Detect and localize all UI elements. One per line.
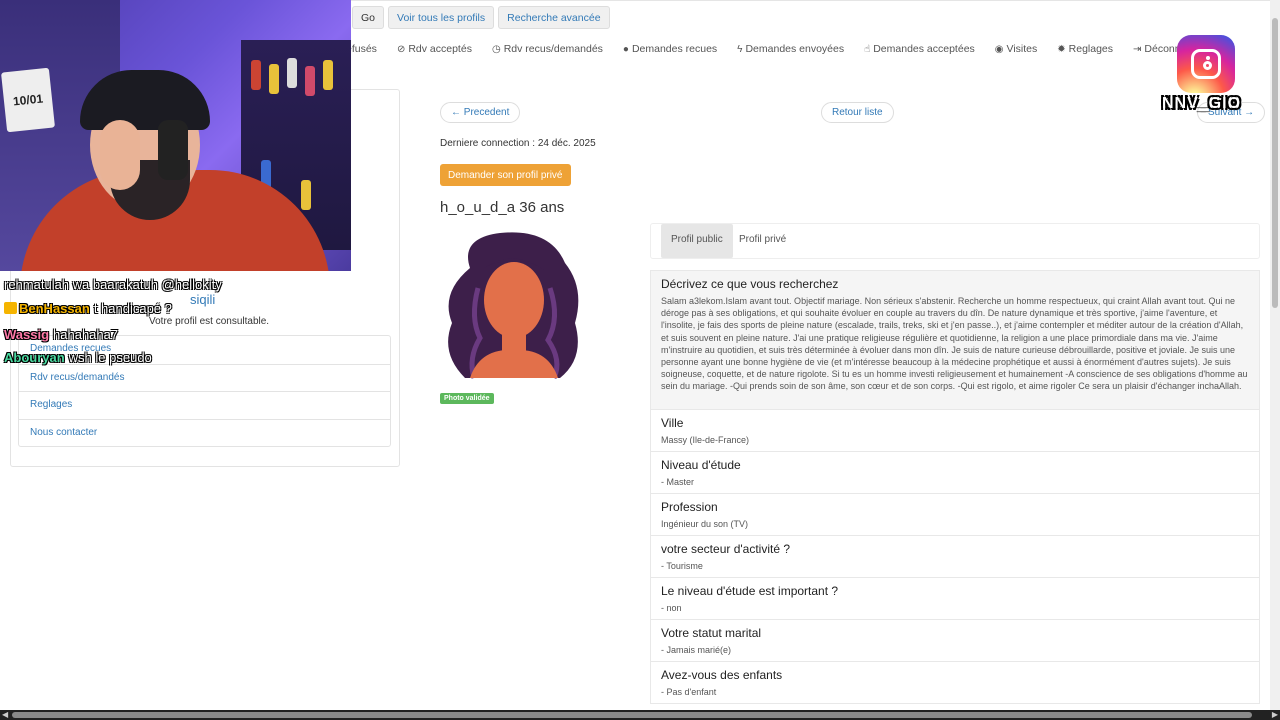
nav-requests-received[interactable]: ● Demandes recues bbox=[623, 43, 717, 55]
gear-icon: ✹ bbox=[1057, 43, 1066, 55]
clock-icon: ◷ bbox=[491, 43, 501, 55]
nav-settings[interactable]: ✹ Reglages bbox=[1057, 43, 1113, 55]
webcam-overlay: 10/01 bbox=[0, 0, 351, 271]
card-title: Votre statut marital bbox=[661, 626, 762, 640]
card-value: Ingénieur du son (TV) bbox=[661, 519, 749, 529]
card-title: Ville bbox=[661, 416, 684, 430]
card-ville: Ville Massy (Ile-de-France) bbox=[650, 409, 1260, 452]
horizontal-scrollbar[interactable]: ◀ ▶ bbox=[0, 710, 1280, 720]
check-circle-icon: ⊘ bbox=[396, 43, 406, 55]
profile-tabs: Profil public Profil privé bbox=[650, 223, 1260, 259]
nav-visits[interactable]: ◉ Visites bbox=[995, 43, 1037, 55]
chat-user: Abouryan bbox=[4, 350, 65, 365]
sidebar-item-rdv[interactable]: Rdv recus/demandés bbox=[19, 363, 390, 392]
bolt-icon: ϟ bbox=[737, 43, 743, 55]
nav-label: Rdv acceptés bbox=[408, 43, 472, 55]
chat-line: BenHassan t handicapé ? bbox=[4, 301, 172, 316]
profile-name: h_o_u_d_a 36 ans bbox=[440, 199, 565, 216]
chat-user: Wassig bbox=[4, 327, 50, 342]
card-title: Niveau d'étude bbox=[661, 458, 741, 472]
webcam-headset bbox=[158, 120, 188, 180]
back-to-list-button[interactable]: Retour liste bbox=[821, 102, 894, 123]
thumbs-up-icon: ☝ bbox=[864, 43, 871, 55]
card-text: Salam a3lekom.Islam avant tout. Objectif… bbox=[661, 296, 1248, 392]
instagram-icon bbox=[1177, 35, 1235, 93]
exclamation-circle-icon: ● bbox=[622, 43, 629, 55]
nav-label: Demandes envoyées bbox=[745, 43, 845, 55]
instagram-ring bbox=[1191, 49, 1221, 79]
profile-avatar bbox=[448, 232, 579, 380]
streamer-handle: NNV_GIO bbox=[1162, 95, 1242, 112]
card-title: Profession bbox=[661, 500, 718, 514]
card-value: - Master bbox=[661, 477, 695, 487]
card-value: Massy (Ile-de-France) bbox=[661, 435, 750, 445]
previous-button[interactable]: ← Precedent bbox=[440, 102, 521, 123]
card-secteur: votre secteur d'activité ? - Tourisme bbox=[650, 535, 1260, 578]
card-title: Décrivez ce que vous recherchez bbox=[661, 277, 839, 291]
nav-label: Visites bbox=[1006, 43, 1038, 55]
instagram-lens bbox=[1203, 61, 1212, 70]
instagram-pin bbox=[1206, 56, 1210, 60]
chat-user: BenHassan bbox=[19, 301, 90, 316]
card-title: votre secteur d'activité ? bbox=[661, 542, 791, 556]
nav-label: Demandes recues bbox=[631, 43, 718, 55]
advanced-search-button[interactable]: Recherche avancée bbox=[498, 6, 610, 29]
nav-requests-sent[interactable]: ϟ Demandes envoyées bbox=[737, 43, 844, 55]
nav-label: Demandes acceptées bbox=[873, 43, 975, 55]
card-profession: Profession Ingénieur du son (TV) bbox=[650, 493, 1260, 536]
card-value: - Pas d'enfant bbox=[661, 687, 717, 697]
nav-requests-accepted[interactable]: ☝ Demandes acceptées bbox=[864, 43, 975, 55]
photo-validated-badge: Photo validée bbox=[440, 393, 494, 404]
tab-public-profile[interactable]: Profil public bbox=[661, 224, 733, 258]
search-toolbar: Go Voir tous les profils Recherche avanc… bbox=[352, 6, 610, 29]
horizontal-scroll-thumb[interactable] bbox=[12, 712, 1252, 718]
main-nav: efusés ⊘ Rdv acceptés ◷ Rdv recus/demandés… bbox=[346, 43, 1206, 55]
tab-private-profile[interactable]: Profil privé bbox=[729, 224, 796, 258]
last-connection: Derniere connection : 24 déc. 2025 bbox=[440, 138, 596, 149]
profile-details: Décrivez ce que vous recherchez Salam a3… bbox=[650, 270, 1260, 704]
sidebar-username: siqili bbox=[190, 292, 216, 307]
nav-rdv-accepted[interactable]: ⊘ Rdv acceptés bbox=[397, 43, 472, 55]
logout-icon: ⇥ bbox=[1133, 43, 1142, 55]
scroll-right-icon[interactable]: ▶ bbox=[1272, 710, 1278, 719]
nav-label: Rdv recus/demandés bbox=[503, 43, 603, 55]
chat-text: hahahaha7 bbox=[53, 327, 119, 342]
card-niveau: Niveau d'étude - Master bbox=[650, 451, 1260, 494]
vertical-scrollbar[interactable] bbox=[1270, 0, 1280, 710]
eye-icon: ◉ bbox=[994, 43, 1004, 55]
chat-badge-icon bbox=[4, 302, 17, 314]
chat-text: wsh le pseudo bbox=[68, 350, 152, 365]
sidebar-item-contact[interactable]: Nous contacter bbox=[19, 418, 390, 447]
profile-status-message: Votre profil est consultable. bbox=[149, 316, 270, 327]
chat-line: Abouryan wsh le pseudo bbox=[4, 350, 152, 365]
card-title: Le niveau d'étude est important ? bbox=[661, 584, 839, 598]
sidebar-item-settings[interactable]: Reglages bbox=[19, 391, 390, 419]
chat-text: rehmatulah wa baarakatuh @hellokity bbox=[4, 277, 222, 292]
chat-text: t handicapé ? bbox=[93, 301, 172, 316]
card-search-description: Décrivez ce que vous recherchez Salam a3… bbox=[650, 270, 1260, 410]
card-niveau-important: Le niveau d'étude est important ? - non bbox=[650, 577, 1260, 620]
chat-line: rehmatulah wa baarakatuh @hellokity bbox=[4, 277, 222, 292]
card-statut-marital: Votre statut marital - Jamais marié(e) bbox=[650, 619, 1260, 662]
all-profiles-button[interactable]: Voir tous les profils bbox=[388, 6, 495, 29]
request-private-profile-button[interactable]: Demander son profil privé bbox=[440, 164, 571, 186]
card-value: - Jamais marié(e) bbox=[661, 645, 732, 655]
webcam-person-hand bbox=[100, 120, 140, 190]
go-button[interactable]: Go bbox=[352, 6, 385, 29]
chat-line: Wassig hahahaha7 bbox=[4, 327, 118, 342]
top-divider bbox=[350, 0, 1270, 1]
card-title: Avez-vous des enfants bbox=[661, 668, 783, 682]
scroll-left-icon[interactable]: ◀ bbox=[2, 710, 8, 719]
vertical-scroll-thumb[interactable] bbox=[1272, 18, 1278, 308]
card-value: - non bbox=[661, 603, 682, 613]
nav-label: Reglages bbox=[1068, 43, 1114, 55]
webcam-sign: 10/01 bbox=[0, 67, 56, 133]
card-value: - Tourisme bbox=[661, 561, 703, 571]
nav-rdv-received[interactable]: ◷ Rdv recus/demandés bbox=[492, 43, 603, 55]
card-enfants: Avez-vous des enfants - Pas d'enfant bbox=[650, 661, 1260, 704]
